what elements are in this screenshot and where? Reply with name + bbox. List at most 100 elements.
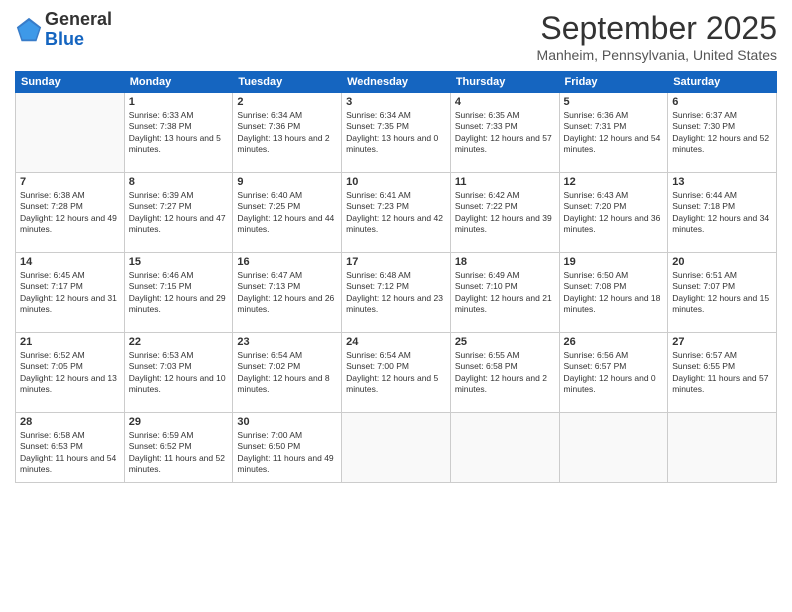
day-info: Sunrise: 6:48 AMSunset: 7:12 PMDaylight:… (346, 270, 446, 316)
day-number: 15 (129, 256, 229, 268)
day-number: 3 (346, 96, 446, 108)
day-number: 4 (455, 96, 555, 108)
day-number: 16 (237, 256, 337, 268)
day-info: Sunrise: 6:41 AMSunset: 7:23 PMDaylight:… (346, 190, 446, 236)
table-row: 24 Sunrise: 6:54 AMSunset: 7:00 PMDaylig… (342, 333, 451, 413)
day-info: Sunrise: 6:54 AMSunset: 7:00 PMDaylight:… (346, 350, 446, 396)
day-number: 29 (129, 416, 229, 428)
day-info: Sunrise: 6:37 AMSunset: 7:30 PMDaylight:… (672, 110, 772, 156)
table-row: 27 Sunrise: 6:57 AMSunset: 6:55 PMDaylig… (668, 333, 777, 413)
table-row (668, 413, 777, 483)
calendar: Sunday Monday Tuesday Wednesday Thursday… (15, 71, 777, 483)
day-number: 21 (20, 336, 120, 348)
table-row: 2 Sunrise: 6:34 AMSunset: 7:36 PMDayligh… (233, 93, 342, 173)
table-row: 28 Sunrise: 6:58 AMSunset: 6:53 PMDaylig… (16, 413, 125, 483)
day-info: Sunrise: 6:45 AMSunset: 7:17 PMDaylight:… (20, 270, 120, 316)
table-row: 17 Sunrise: 6:48 AMSunset: 7:12 PMDaylig… (342, 253, 451, 333)
day-number: 24 (346, 336, 446, 348)
day-number: 20 (672, 256, 772, 268)
day-number: 1 (129, 96, 229, 108)
day-number: 25 (455, 336, 555, 348)
day-number: 5 (564, 96, 664, 108)
table-row: 16 Sunrise: 6:47 AMSunset: 7:13 PMDaylig… (233, 253, 342, 333)
table-row: 25 Sunrise: 6:55 AMSunset: 6:58 PMDaylig… (450, 333, 559, 413)
table-row: 20 Sunrise: 6:51 AMSunset: 7:07 PMDaylig… (668, 253, 777, 333)
table-row: 9 Sunrise: 6:40 AMSunset: 7:25 PMDayligh… (233, 173, 342, 253)
header: General Blue September 2025 Manheim, Pen… (15, 10, 777, 63)
table-row: 26 Sunrise: 6:56 AMSunset: 6:57 PMDaylig… (559, 333, 668, 413)
day-info: Sunrise: 6:43 AMSunset: 7:20 PMDaylight:… (564, 190, 664, 236)
day-info: Sunrise: 6:55 AMSunset: 6:58 PMDaylight:… (455, 350, 555, 396)
day-info: Sunrise: 6:59 AMSunset: 6:52 PMDaylight:… (129, 430, 229, 476)
day-number: 10 (346, 176, 446, 188)
table-row: 18 Sunrise: 6:49 AMSunset: 7:10 PMDaylig… (450, 253, 559, 333)
day-number: 6 (672, 96, 772, 108)
month-title: September 2025 (537, 10, 777, 47)
col-monday: Monday (124, 72, 233, 93)
day-info: Sunrise: 6:57 AMSunset: 6:55 PMDaylight:… (672, 350, 772, 396)
day-info: Sunrise: 6:51 AMSunset: 7:07 PMDaylight:… (672, 270, 772, 316)
day-number: 2 (237, 96, 337, 108)
table-row: 5 Sunrise: 6:36 AMSunset: 7:31 PMDayligh… (559, 93, 668, 173)
day-info: Sunrise: 6:52 AMSunset: 7:05 PMDaylight:… (20, 350, 120, 396)
table-row: 29 Sunrise: 6:59 AMSunset: 6:52 PMDaylig… (124, 413, 233, 483)
day-info: Sunrise: 7:00 AMSunset: 6:50 PMDaylight:… (237, 430, 337, 476)
table-row: 4 Sunrise: 6:35 AMSunset: 7:33 PMDayligh… (450, 93, 559, 173)
table-row: 30 Sunrise: 7:00 AMSunset: 6:50 PMDaylig… (233, 413, 342, 483)
day-info: Sunrise: 6:50 AMSunset: 7:08 PMDaylight:… (564, 270, 664, 316)
day-number: 30 (237, 416, 337, 428)
day-info: Sunrise: 6:42 AMSunset: 7:22 PMDaylight:… (455, 190, 555, 236)
day-info: Sunrise: 6:46 AMSunset: 7:15 PMDaylight:… (129, 270, 229, 316)
col-thursday: Thursday (450, 72, 559, 93)
day-number: 27 (672, 336, 772, 348)
day-number: 7 (20, 176, 120, 188)
col-friday: Friday (559, 72, 668, 93)
day-info: Sunrise: 6:56 AMSunset: 6:57 PMDaylight:… (564, 350, 664, 396)
table-row: 21 Sunrise: 6:52 AMSunset: 7:05 PMDaylig… (16, 333, 125, 413)
day-number: 28 (20, 416, 120, 428)
table-row (342, 413, 451, 483)
day-number: 22 (129, 336, 229, 348)
day-info: Sunrise: 6:49 AMSunset: 7:10 PMDaylight:… (455, 270, 555, 316)
day-info: Sunrise: 6:33 AMSunset: 7:38 PMDaylight:… (129, 110, 229, 156)
day-info: Sunrise: 6:47 AMSunset: 7:13 PMDaylight:… (237, 270, 337, 316)
col-sunday: Sunday (16, 72, 125, 93)
day-number: 11 (455, 176, 555, 188)
logo-text: General Blue (45, 10, 112, 50)
table-row: 11 Sunrise: 6:42 AMSunset: 7:22 PMDaylig… (450, 173, 559, 253)
table-row (16, 93, 125, 173)
day-info: Sunrise: 6:34 AMSunset: 7:35 PMDaylight:… (346, 110, 446, 156)
title-block: September 2025 Manheim, Pennsylvania, Un… (537, 10, 777, 63)
table-row (450, 413, 559, 483)
logo-icon (15, 16, 43, 44)
day-info: Sunrise: 6:38 AMSunset: 7:28 PMDaylight:… (20, 190, 120, 236)
table-row: 19 Sunrise: 6:50 AMSunset: 7:08 PMDaylig… (559, 253, 668, 333)
col-saturday: Saturday (668, 72, 777, 93)
col-tuesday: Tuesday (233, 72, 342, 93)
logo: General Blue (15, 10, 112, 50)
day-info: Sunrise: 6:58 AMSunset: 6:53 PMDaylight:… (20, 430, 120, 476)
day-info: Sunrise: 6:34 AMSunset: 7:36 PMDaylight:… (237, 110, 337, 156)
day-info: Sunrise: 6:54 AMSunset: 7:02 PMDaylight:… (237, 350, 337, 396)
table-row: 1 Sunrise: 6:33 AMSunset: 7:38 PMDayligh… (124, 93, 233, 173)
logo-general: General (45, 9, 112, 29)
location: Manheim, Pennsylvania, United States (537, 47, 777, 63)
day-info: Sunrise: 6:36 AMSunset: 7:31 PMDaylight:… (564, 110, 664, 156)
table-row: 7 Sunrise: 6:38 AMSunset: 7:28 PMDayligh… (16, 173, 125, 253)
table-row: 14 Sunrise: 6:45 AMSunset: 7:17 PMDaylig… (16, 253, 125, 333)
table-row: 22 Sunrise: 6:53 AMSunset: 7:03 PMDaylig… (124, 333, 233, 413)
day-info: Sunrise: 6:40 AMSunset: 7:25 PMDaylight:… (237, 190, 337, 236)
day-number: 19 (564, 256, 664, 268)
day-number: 12 (564, 176, 664, 188)
day-number: 17 (346, 256, 446, 268)
table-row: 15 Sunrise: 6:46 AMSunset: 7:15 PMDaylig… (124, 253, 233, 333)
table-row: 3 Sunrise: 6:34 AMSunset: 7:35 PMDayligh… (342, 93, 451, 173)
calendar-header-row: Sunday Monday Tuesday Wednesday Thursday… (16, 72, 777, 93)
col-wednesday: Wednesday (342, 72, 451, 93)
day-info: Sunrise: 6:44 AMSunset: 7:18 PMDaylight:… (672, 190, 772, 236)
day-info: Sunrise: 6:53 AMSunset: 7:03 PMDaylight:… (129, 350, 229, 396)
logo-blue: Blue (45, 29, 84, 49)
day-number: 9 (237, 176, 337, 188)
table-row: 6 Sunrise: 6:37 AMSunset: 7:30 PMDayligh… (668, 93, 777, 173)
table-row: 13 Sunrise: 6:44 AMSunset: 7:18 PMDaylig… (668, 173, 777, 253)
